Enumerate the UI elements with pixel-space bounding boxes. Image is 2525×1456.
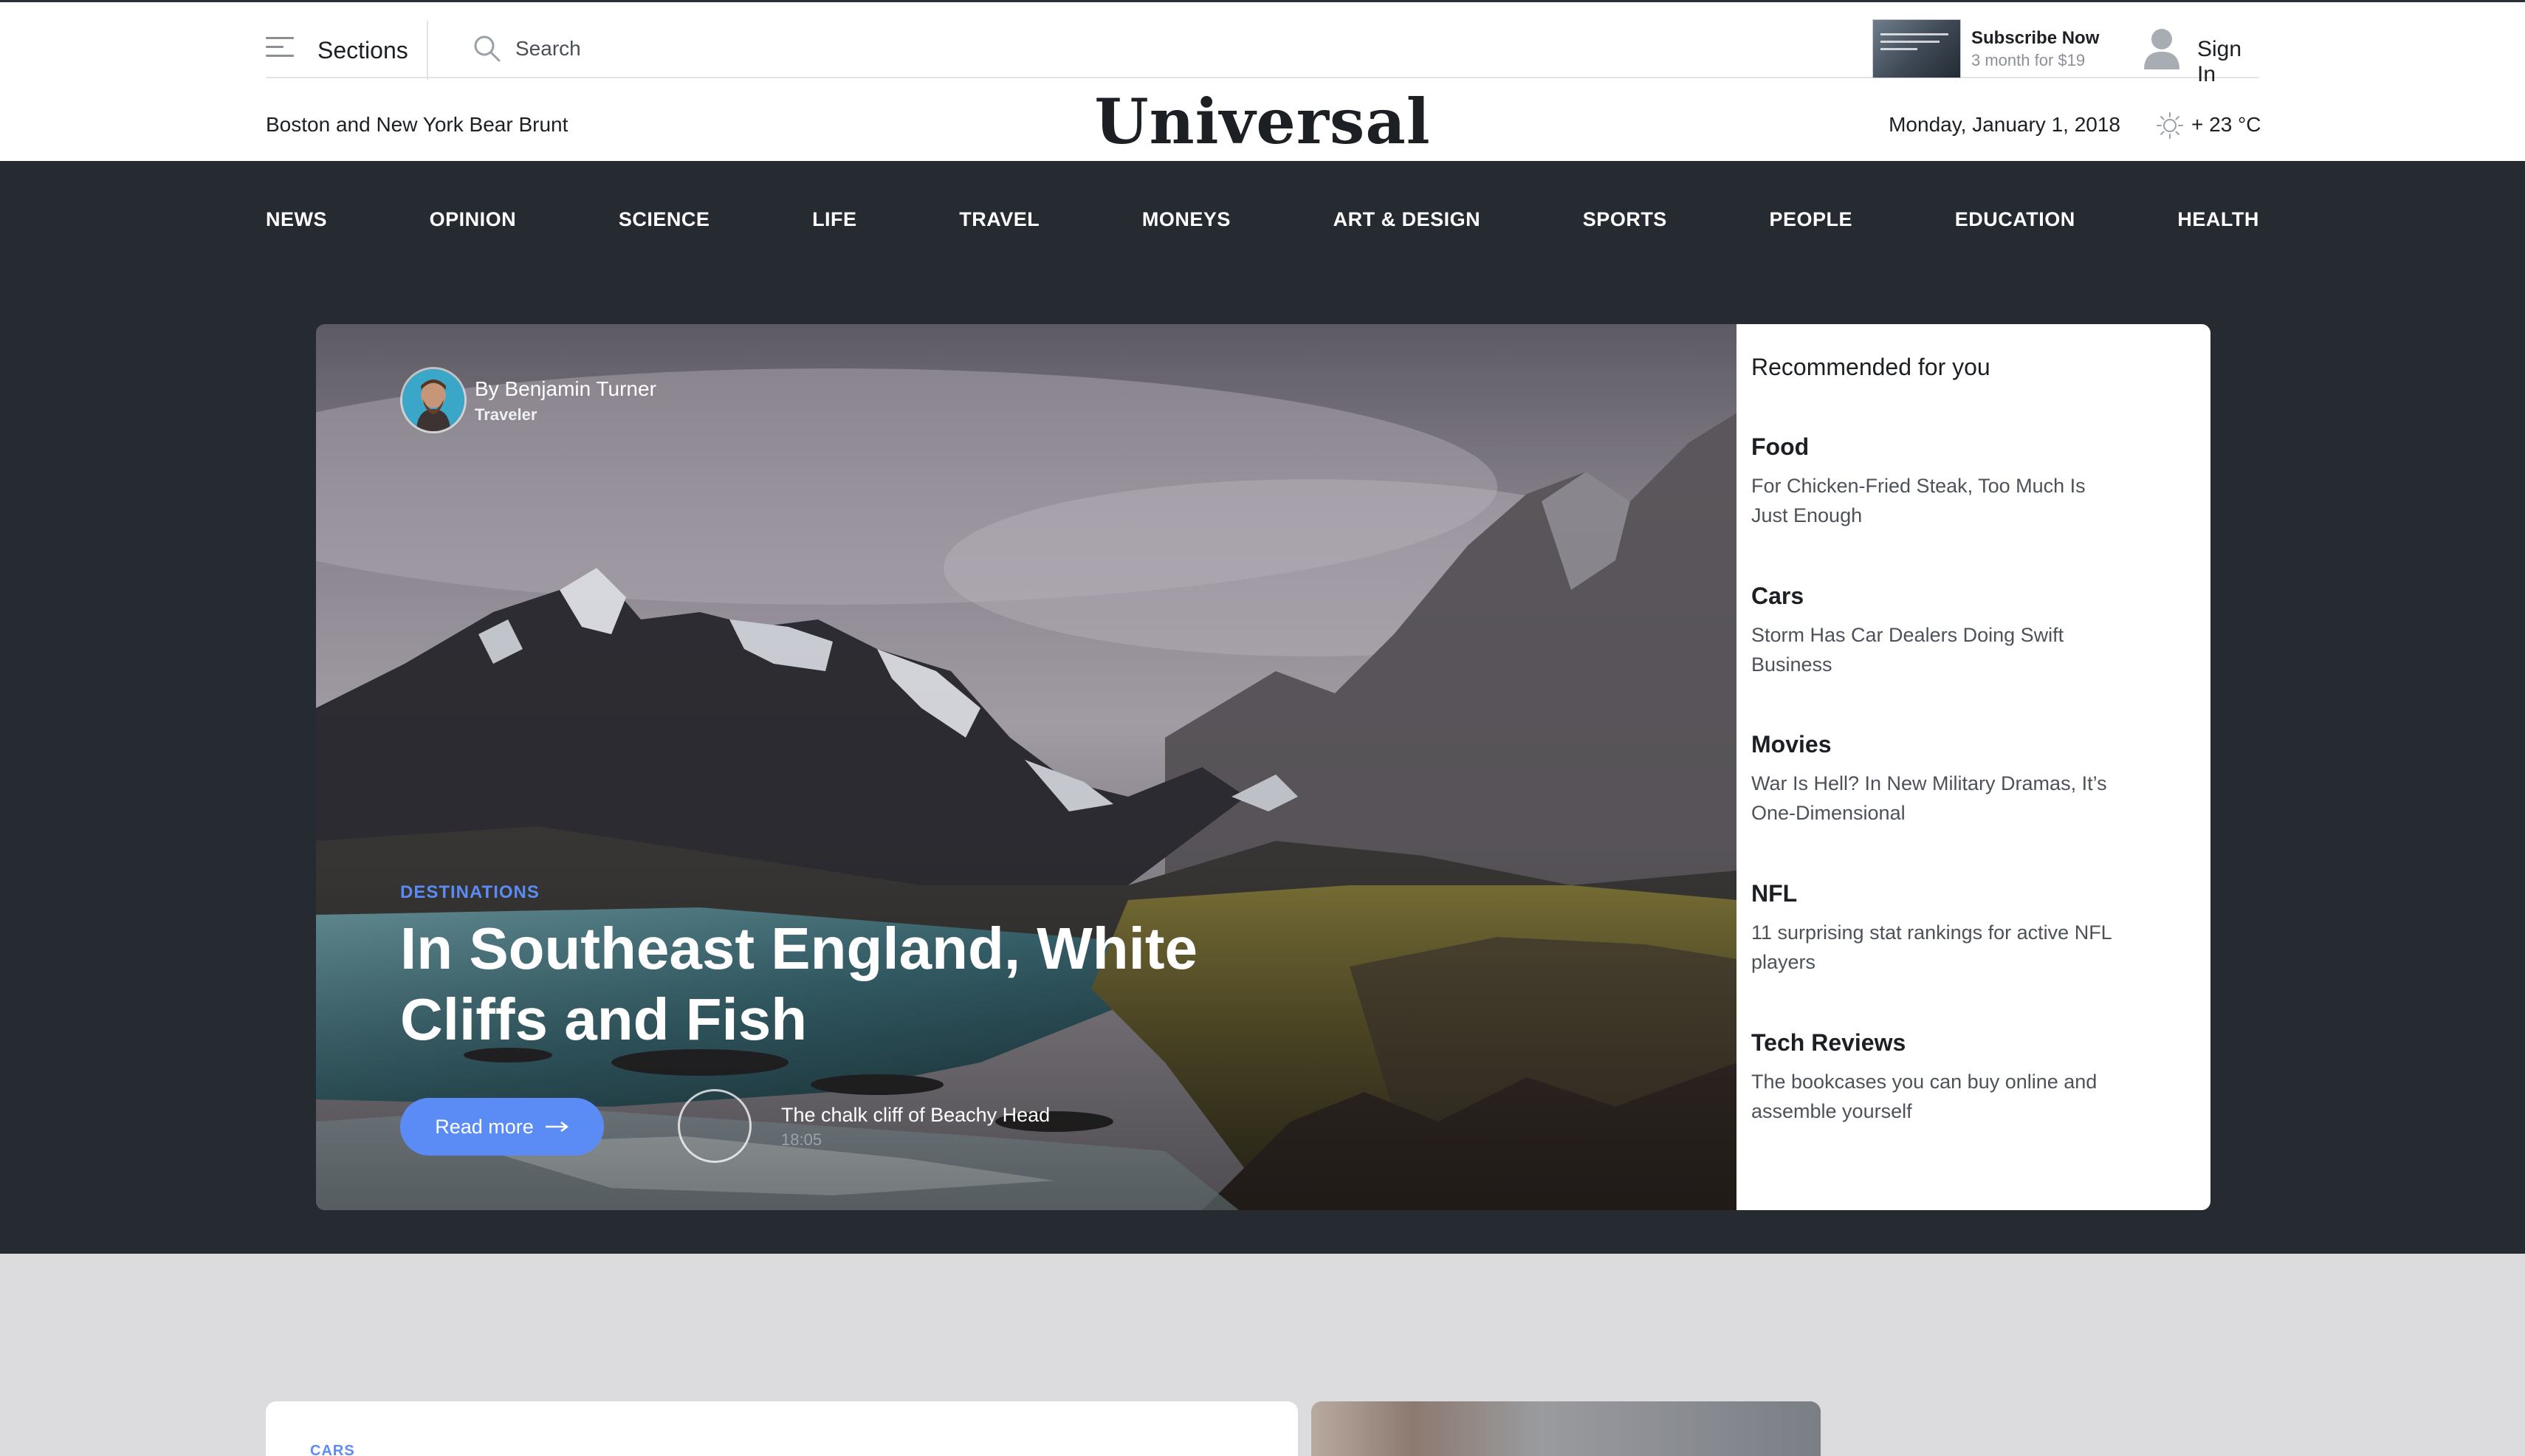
recommended-category: Cars	[1751, 583, 1804, 609]
author-avatar[interactable]	[400, 367, 467, 433]
nav-moneys[interactable]: MONEYS	[1142, 208, 1231, 238]
hero-image	[316, 324, 1737, 1210]
subscribe-thumbnail[interactable]	[1872, 19, 1961, 78]
nav-people[interactable]: PEOPLE	[1770, 208, 1853, 238]
nav-science[interactable]: SCIENCE	[619, 208, 710, 238]
current-date: Monday, January 1, 2018	[1889, 113, 2120, 136]
site-header: Sections Subscribe Now 3 month for $19 S…	[0, 0, 2525, 161]
nav-opinion[interactable]: OPINION	[430, 208, 517, 238]
article-card-image[interactable]	[1311, 1401, 1821, 1456]
recommended-item-food[interactable]: Food For Chicken-Fried Steak, Too Much I…	[1751, 433, 2120, 530]
recommended-category: NFL	[1751, 880, 1798, 907]
subscribe-price: 3 month for $19	[1971, 51, 2086, 69]
article-card-category[interactable]: CARS	[310, 1443, 355, 1456]
nav-sports[interactable]: SPORTS	[1583, 208, 1667, 238]
recommended-category: Food	[1751, 433, 1810, 460]
menu-icon[interactable]	[266, 37, 294, 59]
user-icon[interactable]	[2143, 27, 2181, 71]
recommended-item-tech-reviews[interactable]: Tech Reviews The bookcases you can buy o…	[1751, 1029, 2120, 1126]
temperature: + 23 °C	[2191, 113, 2261, 136]
search-input[interactable]	[515, 32, 1106, 65]
read-more-label: Read more	[435, 1115, 534, 1138]
recommended-category: Tech Reviews	[1751, 1029, 1906, 1056]
nav-life[interactable]: LIFE	[812, 208, 857, 238]
recommended-title: War Is Hell? In New Military Dramas, It’…	[1751, 772, 2107, 824]
author-name[interactable]: By Benjamin Turner	[475, 377, 656, 401]
recommended-category: Movies	[1751, 731, 1832, 758]
main-nav: NEWS OPINION SCIENCE LIFE TRAVEL MONEYS …	[266, 208, 2259, 238]
hero-title[interactable]: In Southeast England, White Cliffs and F…	[400, 913, 1212, 1055]
recommended-item-nfl[interactable]: NFL 11 surprising stat rankings for acti…	[1751, 880, 2120, 977]
recommended-item-cars[interactable]: Cars Storm Has Car Dealers Doing Swift B…	[1751, 583, 2120, 679]
nav-education[interactable]: EDUCATION	[1955, 208, 2075, 238]
recommended-panel: Recommended for you Food For Chicken-Fri…	[1736, 324, 2210, 1210]
hero-article[interactable]: By Benjamin Turner Traveler DESTINATIONS…	[316, 324, 1737, 1210]
divider	[427, 21, 428, 80]
article-card[interactable]: CARS	[266, 1401, 1298, 1456]
read-more-button[interactable]: Read more	[400, 1098, 604, 1155]
recommended-title: 11 surprising stat rankings for active N…	[1751, 921, 2112, 973]
play-video-icon[interactable]	[678, 1089, 752, 1163]
nav-news[interactable]: NEWS	[266, 208, 327, 238]
sections-button[interactable]: Sections	[317, 37, 408, 64]
author-role: Traveler	[475, 405, 537, 424]
recommended-title: Storm Has Car Dealers Doing Swift Busine…	[1751, 624, 2064, 676]
recommended-heading: Recommended for you	[1751, 354, 1990, 380]
top-headline-link[interactable]: Boston and New York Bear Brunt	[266, 113, 568, 137]
recommended-title: The bookcases you can buy online and ass…	[1751, 1071, 2098, 1122]
recommended-item-movies[interactable]: Movies War Is Hell? In New Military Dram…	[1751, 731, 2120, 828]
video-title[interactable]: The chalk cliff of Beachy Head	[781, 1104, 1050, 1127]
video-duration: 18:05	[781, 1130, 822, 1149]
site-logo[interactable]: Universal	[960, 85, 1565, 158]
nav-art-design[interactable]: ART & DESIGN	[1333, 208, 1481, 238]
nav-travel[interactable]: TRAVEL	[959, 208, 1040, 238]
sign-in-link[interactable]: Sign In	[2197, 37, 2259, 87]
featured-section: NEWS OPINION SCIENCE LIFE TRAVEL MONEYS …	[0, 161, 2525, 1254]
recommended-title: For Chicken-Fried Steak, Too Much Is Jus…	[1751, 475, 2086, 526]
article-category[interactable]: DESTINATIONS	[400, 882, 540, 903]
search-icon[interactable]	[473, 34, 502, 63]
top-bar: Sections Subscribe Now 3 month for $19 S…	[266, 4, 2259, 86]
nav-health[interactable]: HEALTH	[2177, 208, 2259, 238]
subscribe-link[interactable]: Subscribe Now	[1971, 28, 2099, 49]
arrow-right-icon	[545, 1122, 568, 1132]
sun-icon	[2157, 112, 2183, 139]
